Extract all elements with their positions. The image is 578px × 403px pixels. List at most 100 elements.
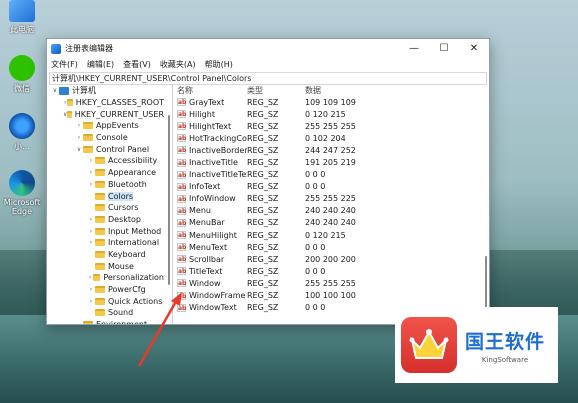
value-name-cell: ab MenuBar [173, 218, 247, 227]
folder-icon [95, 227, 105, 235]
minimize-button[interactable]: — [399, 39, 429, 58]
chevron-right-icon[interactable]: › [75, 122, 83, 129]
chevron-right-icon[interactable]: › [87, 298, 95, 305]
menu-edit[interactable]: 编辑(E) [87, 58, 114, 71]
tree-item[interactable]: › Console [47, 132, 164, 144]
tree-item[interactable]: Keyboard [47, 249, 164, 261]
tree-item-label: HKEY_CLASSES_ROOT [75, 98, 164, 108]
computer-icon [9, 0, 35, 22]
value-row[interactable]: ab Scrollbar REG_SZ 200 200 200 [173, 253, 489, 265]
chevron-right-icon[interactable]: › [87, 216, 95, 223]
tree-scrollbar[interactable] [166, 85, 172, 324]
tree-item[interactable]: › Desktop [47, 214, 164, 226]
value-row[interactable]: ab InfoText REG_SZ 0 0 0 [173, 181, 489, 193]
value-row[interactable]: ab GrayText REG_SZ 109 109 109 [173, 96, 489, 108]
value-name: HotTrackingCo... [189, 133, 247, 143]
tree-item-label: Bluetooth [108, 179, 147, 189]
menu-file[interactable]: 文件(F) [51, 58, 78, 71]
chevron-right-icon[interactable]: › [87, 228, 95, 235]
value-row[interactable]: ab TitleText REG_SZ 0 0 0 [173, 265, 489, 277]
watermark-logo: 国王软件 KingSoftware [395, 307, 558, 383]
address-bar[interactable]: 计算机\HKEY_CURRENT_USER\Control Panel\Colo… [49, 72, 487, 85]
value-row[interactable]: abInactiveTitleTextREG_SZ 0 0 0 [173, 169, 489, 181]
desktop-icon-edge[interactable]: Microsoft Edge [2, 170, 42, 216]
desktop-icon-computer[interactable]: 此电脑 [2, 0, 42, 35]
tree-item[interactable]: › Personalization [47, 272, 164, 284]
chevron-right-icon[interactable]: › [87, 157, 95, 164]
tree-scroll-thumb[interactable] [168, 115, 170, 285]
chevron-down-icon[interactable]: ∨ [75, 146, 83, 153]
desktop-icon-app[interactable]: 小… [2, 113, 42, 152]
maximize-button[interactable]: ☐ [429, 39, 459, 58]
value-data: 200 200 200 [305, 254, 356, 264]
value-row[interactable]: ab MenuHilight REG_SZ 0 120 215 [173, 229, 489, 241]
string-value-icon: ab [177, 255, 187, 264]
tree-item[interactable]: ∨ 计算机 [47, 85, 164, 97]
folder-icon [95, 204, 105, 212]
crown-icon [401, 317, 457, 373]
app-icon [9, 113, 35, 139]
value-name-cell: ab MenuHilight [173, 231, 247, 240]
tree-item[interactable]: › Bluetooth [47, 179, 164, 191]
regedit-icon [51, 43, 61, 54]
menu-view[interactable]: 查看(V) [123, 58, 151, 71]
header-name[interactable]: 名称 [173, 85, 247, 96]
value-name: GrayText [189, 97, 225, 107]
tree-item[interactable]: Cursors [47, 202, 164, 214]
tree-item[interactable]: ∨ Control Panel [47, 143, 164, 155]
value-row[interactable]: ab Window REG_SZ 255 255 255 [173, 277, 489, 289]
value-row[interactable]: ab MenuBar REG_SZ 240 240 240 [173, 217, 489, 229]
header-data[interactable]: 数据 [305, 85, 489, 96]
tree-item[interactable]: Mouse [47, 260, 164, 272]
tree-item-label: AppEvents [96, 121, 139, 131]
folder-icon [95, 250, 105, 258]
tree-item[interactable]: › Input Method [47, 225, 164, 237]
value-row[interactable]: ab InactiveBorder REG_SZ 244 247 252 [173, 144, 489, 156]
chevron-right-icon[interactable]: › [87, 286, 95, 293]
tree-item[interactable]: › Appearance [47, 167, 164, 179]
tree-item[interactable]: Colors [47, 190, 164, 202]
value-name-cell: ab HilightText [173, 122, 247, 131]
desktop-icon-label: 小… [14, 142, 30, 151]
list-scrollbar[interactable] [483, 96, 489, 324]
close-button[interactable]: ✕ [459, 39, 489, 58]
tree-items: ∨ 计算机 › HKEY_CLASSES_ROOT ∨ HKEY_CURRENT_USER… [47, 85, 164, 324]
title-bar[interactable]: 注册表编辑器 — ☐ ✕ [47, 39, 489, 58]
value-name: InfoWindow [189, 194, 236, 204]
menu-favorites[interactable]: 收藏夹(A) [160, 58, 196, 71]
chevron-right-icon[interactable]: › [75, 134, 83, 141]
header-type[interactable]: 类型 [247, 85, 305, 96]
tree-item[interactable]: › International [47, 237, 164, 249]
folder-icon [92, 274, 101, 282]
value-data: 191 205 219 [305, 158, 356, 168]
string-value-icon: ab [177, 194, 187, 203]
value-data: 0 120 215 [305, 109, 346, 119]
folder-icon [67, 110, 72, 118]
chevron-right-icon[interactable]: › [87, 169, 95, 176]
chevron-down-icon[interactable]: ∨ [51, 87, 59, 94]
value-row[interactable]: ab HilightText REG_SZ 255 255 255 [173, 120, 489, 132]
tree-item[interactable]: › Accessibility [47, 155, 164, 167]
tree-item[interactable]: › HKEY_CLASSES_ROOT [47, 97, 164, 109]
chevron-right-icon[interactable]: › [87, 181, 95, 188]
value-data: 0 0 0 [305, 242, 326, 252]
menu-help[interactable]: 帮助(H) [205, 58, 233, 71]
value-row[interactable]: ab Hilight REG_SZ 0 120 215 [173, 108, 489, 120]
value-row[interactable]: ab WindowFrame REG_SZ 100 100 100 [173, 290, 489, 302]
value-type: REG_SZ [247, 230, 279, 240]
folder-icon [95, 239, 105, 247]
string-value-icon: ab [177, 243, 187, 252]
value-row[interactable]: ab MenuText REG_SZ 0 0 0 [173, 241, 489, 253]
value-row[interactable]: ab InactiveTitle REG_SZ 191 205 219 [173, 156, 489, 168]
folder-icon [95, 297, 105, 305]
value-name: InactiveBorder [189, 145, 247, 155]
desktop-icon-wechat[interactable]: 微信 [2, 55, 42, 94]
value-type: REG_SZ [247, 218, 279, 228]
value-row[interactable]: abHotTrackingCo...REG_SZ 0 102 204 [173, 132, 489, 144]
value-type: REG_SZ [247, 266, 279, 276]
chevron-right-icon[interactable]: › [87, 239, 95, 246]
value-row[interactable]: ab InfoWindow REG_SZ 255 255 225 [173, 193, 489, 205]
tree-item[interactable]: ∨ HKEY_CURRENT_USER [47, 108, 164, 120]
tree-item[interactable]: › AppEvents [47, 120, 164, 132]
value-row[interactable]: ab Menu REG_SZ 240 240 240 [173, 205, 489, 217]
